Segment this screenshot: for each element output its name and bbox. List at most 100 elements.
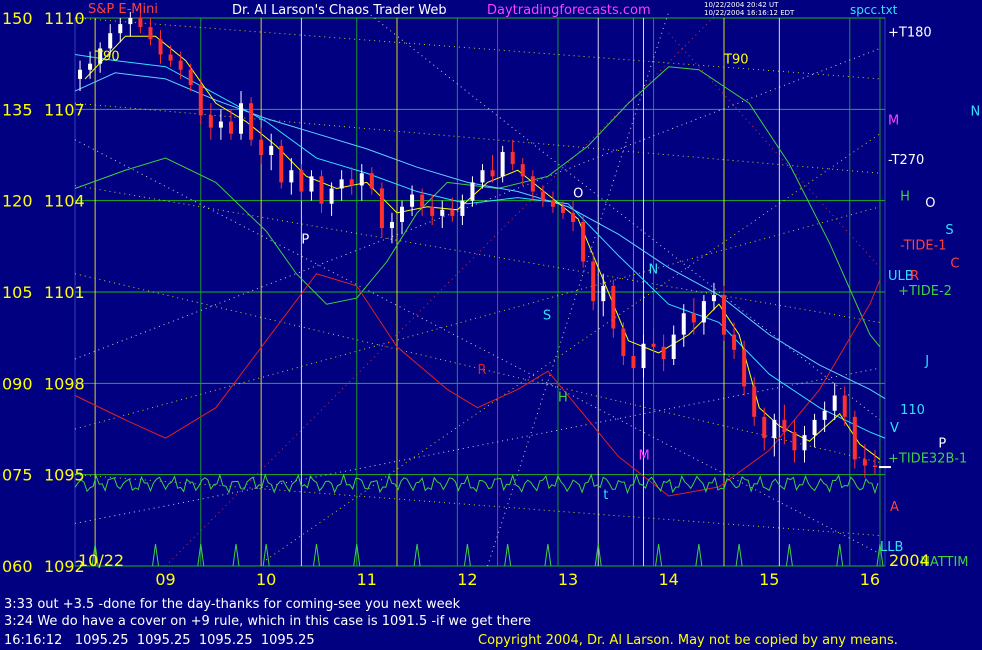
price-bar-body [540,191,545,201]
copyright-notice: Copyright 2004, Dr. Al Larson. May not b… [478,633,898,648]
price-bar-body [752,386,757,417]
chart-label: A [890,500,899,515]
data-file-name: spcc.txt [850,3,898,17]
left-axis-label: 090 [2,374,33,393]
time-axis-label: 14 [658,570,678,589]
status-bar: 16:16:12 1095.25 1095.25 1095.25 1095.25 [4,633,315,648]
price-bar-body [148,27,153,40]
price-bar-body [88,63,93,70]
chart-label: O [573,187,583,202]
time-axis-label: 11 [357,570,377,589]
price-bar-body [520,164,525,177]
price-bar-body [742,349,747,387]
price-bar-body [239,103,244,134]
left-axis-label: 150 [2,9,33,28]
message-line-2: 3:24 We do have a cover on +9 rule, whic… [4,614,532,629]
price-bar-body [400,206,405,222]
start-date-label: 10/22 [78,551,124,570]
price-bar-body [420,194,425,207]
price-bar-body [188,69,193,85]
chart-label: P [938,436,946,451]
price-bar-body [671,334,676,359]
price-bar-body [862,459,867,466]
price-bar-body [138,18,143,28]
price-bar-body [78,69,83,79]
price-bar-body [490,170,495,177]
price-bar-body [802,435,807,451]
price-bar [249,97,254,146]
left-axis-label: 120 [2,192,33,211]
left-axis-label: 075 [2,466,33,485]
price-bar-body [470,182,475,201]
chart-label: -TIDE-1 [900,238,946,253]
price-bar-body [228,121,233,134]
instrument-label: S&P E-Mini [88,2,158,17]
chart-label: O [925,196,935,211]
price-bar-body [178,60,183,70]
price-bar-body [198,84,203,116]
price-bar-body [681,313,686,335]
price-bar-body [218,121,223,128]
price-bar-body [440,209,445,216]
price-bar-body [601,285,606,302]
price-bar-body [591,261,596,302]
price-bar-body [450,209,455,216]
right-axis-label: 1110 [44,9,85,28]
price-bar-body [118,24,123,34]
timestamp-ut: 10/22/2004 20:42 UT [704,1,779,9]
price-bar-body [762,416,767,439]
chart-label: t [603,488,608,503]
price-bar-body [832,395,837,411]
price-bar-body [782,419,787,433]
chaos-trader-chart: T90PONSRHMtT90+T180M-T270H-TIDE-1CULB+TI… [0,0,982,650]
price-bar-body [812,419,817,436]
chart-label: +T180 [888,25,932,40]
price-bar-body [208,115,213,128]
chart-label: +TIDE-2 [898,284,952,299]
price-bar-body [309,176,314,192]
price-bar-body [349,179,354,186]
time-axis-label: 09 [155,570,175,589]
price-bar-body [691,313,696,323]
price-bar-body [872,465,877,468]
price-bar-body [299,170,304,192]
time-axis-label: 10 [256,570,276,589]
left-axis-label: 060 [2,557,33,576]
time-axis-label: 16 [860,570,880,589]
chart-label: T90 [94,50,119,65]
price-bar-body [661,346,666,359]
chart-label: R [910,269,919,284]
chart-label: +TIDE32B-1 [888,451,967,466]
price-bar-body [379,188,384,229]
chart-label: M [888,114,899,129]
price-bar-body [510,151,515,165]
price-bar-body [430,206,435,216]
price-bar-body [168,54,173,61]
right-axis-label: 1098 [44,374,85,393]
price-bar-body [269,145,274,155]
price-bar-body [732,334,737,350]
price-bar-body [722,295,727,335]
site-link[interactable]: Daytradingforecasts.com [487,3,651,18]
price-bar-body [389,221,394,229]
left-axis-label: 135 [2,100,33,119]
right-axis-label: 1107 [44,100,85,119]
chart-label: S [543,308,551,323]
price-bar-body [621,328,626,356]
price-bar-body [641,343,646,369]
chart-label: V [890,421,899,436]
left-axis-label: 105 [2,283,33,302]
price-bar-body [822,410,827,420]
price-bar-body [611,285,616,329]
price-bar-body [319,176,324,204]
price-bar-body [571,212,576,222]
price-bar-body [158,39,163,55]
right-axis-label: 1095 [44,466,85,485]
price-bar [279,139,284,189]
price-bar-body [259,139,264,155]
chart-label: M [638,448,649,463]
chart-title: Dr. Al Larson's Chaos Trader Web [232,3,447,18]
price-bar-body [842,395,847,417]
price-bar-body [550,200,555,207]
right-axis-label: 1101 [44,283,85,302]
